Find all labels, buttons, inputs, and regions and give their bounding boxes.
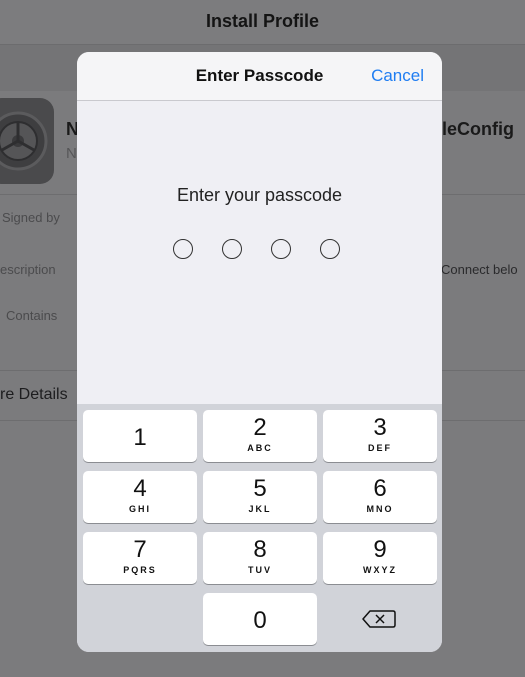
key-digit: 5	[253, 475, 267, 502]
key-letters: DEF	[368, 443, 392, 453]
settings-gear-icon	[0, 98, 54, 184]
key-6[interactable]: 6 MNO	[323, 471, 437, 523]
key-letters: ABC	[247, 443, 273, 453]
row-label-contains: Contains	[6, 308, 58, 323]
passcode-dots	[173, 239, 346, 261]
key-digit: 2	[253, 414, 267, 441]
cancel-button[interactable]: Cancel	[371, 66, 424, 86]
key-letters: GHI	[128, 504, 151, 514]
passcode-dot-1	[173, 239, 193, 259]
key-letters: JKL	[248, 504, 272, 514]
key-digit: 9	[373, 536, 387, 563]
passcode-dot-2	[222, 239, 242, 259]
key-digit: 0	[253, 607, 267, 634]
key-4[interactable]: 4 GHI	[83, 471, 197, 523]
key-7[interactable]: 7 PQRS	[83, 532, 197, 584]
key-8[interactable]: 8 TUV	[203, 532, 317, 584]
key-digit: 8	[253, 536, 267, 563]
delete-key[interactable]	[323, 593, 437, 645]
key-digit: 4	[133, 475, 147, 502]
row-label-description: escription	[0, 262, 56, 277]
key-digit: 3	[373, 414, 387, 441]
row-label-signed-by: Signed by	[2, 210, 60, 225]
passcode-prompt: Enter your passcode	[176, 185, 343, 205]
key-5[interactable]: 5 JKL	[203, 471, 317, 523]
key-2[interactable]: 2 ABC	[203, 410, 317, 462]
modal-header: Enter Passcode Cancel	[77, 52, 442, 101]
background-nav-title: Install Profile	[205, 11, 320, 31]
row-value-description: Connect belo	[441, 262, 518, 277]
key-1[interactable]: 1	[83, 410, 197, 462]
profile-sub-left: N	[66, 145, 77, 162]
key-letters: MNO	[366, 504, 394, 514]
more-details-link[interactable]: re Details	[0, 386, 68, 404]
passcode-modal: Enter Passcode Cancel Enter your passcod…	[77, 52, 442, 652]
profile-name-right: leConfig	[442, 119, 514, 139]
passcode-dot-4	[320, 239, 340, 259]
key-letters: WXYZ	[363, 565, 397, 575]
key-letters: PQRS	[123, 565, 157, 575]
key-digit: 1	[133, 424, 147, 451]
delete-backspace-icon	[362, 610, 396, 628]
numeric-keypad: 1 2 ABC 3 DEF 4 GHI 5 JKL 6 MNO 7 PQRS 8	[77, 404, 442, 652]
background-navbar: Install Profile	[0, 0, 525, 45]
key-digit: 6	[373, 475, 387, 502]
key-letters: TUV	[248, 565, 272, 575]
key-0[interactable]: 0	[203, 593, 317, 645]
key-9[interactable]: 9 WXYZ	[323, 532, 437, 584]
key-digit: 7	[133, 536, 147, 563]
passcode-dot-3	[271, 239, 291, 259]
key-3[interactable]: 3 DEF	[323, 410, 437, 462]
